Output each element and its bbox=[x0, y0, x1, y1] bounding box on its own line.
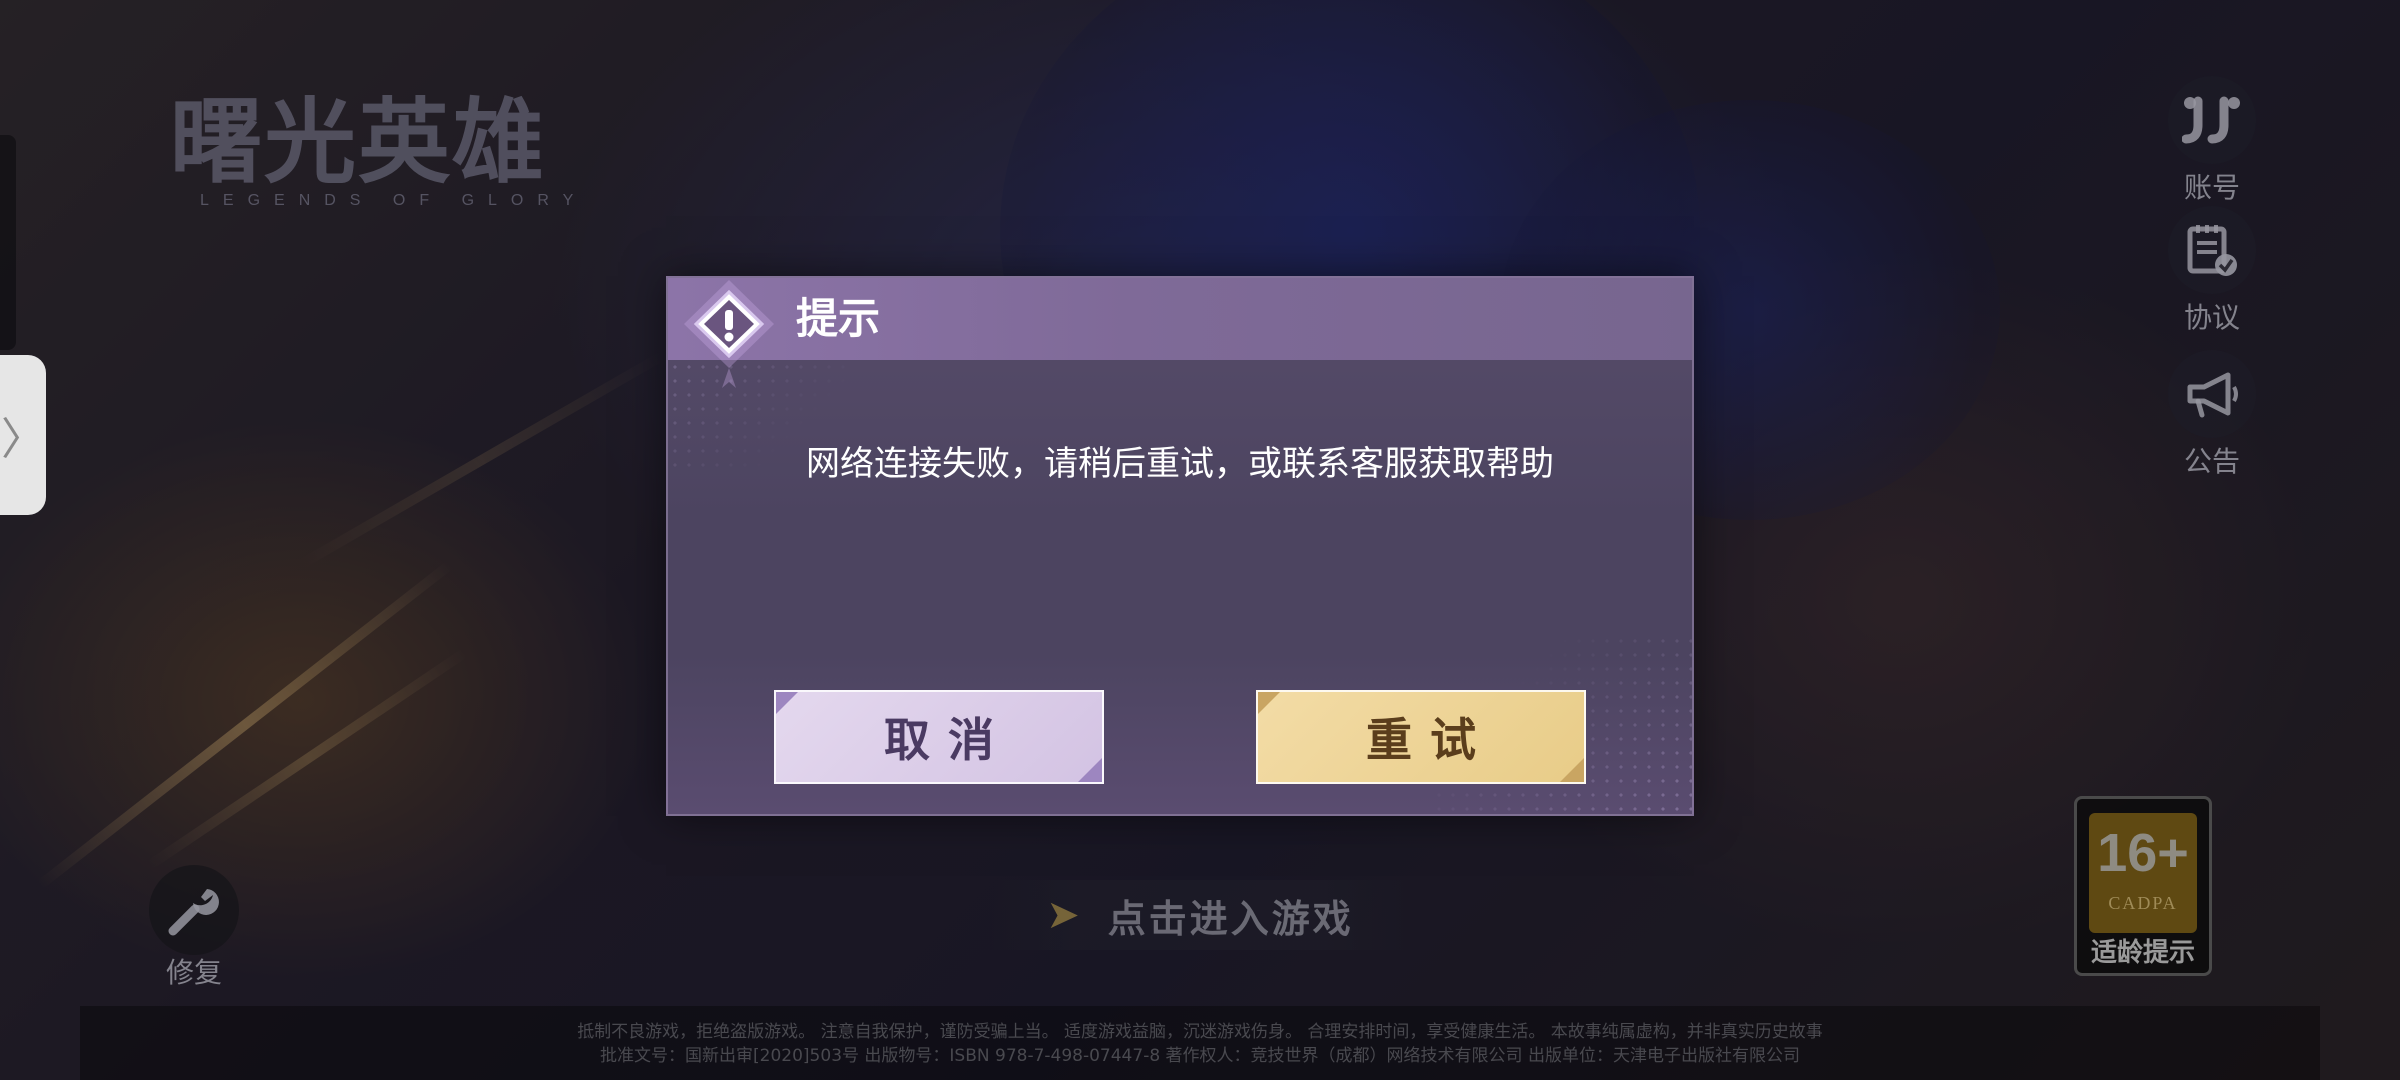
account-label: 账号 bbox=[2183, 171, 2240, 204]
network-error-dialog: 提示 网络连接失败，请稍后重试，或联系客服获取帮助 取消 重试 bbox=[666, 276, 1694, 816]
dialog-message: 网络连接失败，请稍后重试，或联系客服获取帮助 bbox=[806, 444, 1554, 484]
agreement-button[interactable]: 协议 bbox=[2164, 206, 2260, 336]
cancel-button-label: 取消 bbox=[884, 713, 1012, 767]
account-logo-icon bbox=[2168, 76, 2256, 164]
dialog-title: 提示 bbox=[796, 294, 881, 343]
game-logo: 曙光英雄 LEGENDS OF GLORY bbox=[170, 92, 660, 217]
age-rating-org: CADPA bbox=[2108, 893, 2178, 913]
side-panel-strip bbox=[0, 135, 16, 350]
age-rating-plate: 16+ CADPA bbox=[2089, 813, 2197, 933]
login-screen: 曙光英雄 LEGENDS OF GLORY 〉 账号 协议 公告 修复 ➤ 点击… bbox=[0, 0, 2400, 1080]
game-logo-subtitle: LEGENDS OF GLORY bbox=[200, 192, 588, 209]
retry-button[interactable]: 重试 bbox=[1256, 690, 1586, 784]
game-logo-title: 曙光英雄 bbox=[170, 88, 547, 196]
enter-game-label: 点击进入游戏 bbox=[1107, 896, 1354, 941]
notice-label: 公告 bbox=[2183, 445, 2240, 478]
age-rating-label: 适龄提示 bbox=[2090, 938, 2195, 968]
age-rating-number: 16+ bbox=[2097, 823, 2189, 883]
megaphone-icon bbox=[2168, 350, 2256, 438]
retry-button-label: 重试 bbox=[1366, 713, 1494, 767]
age-rating-badge[interactable]: 16+ CADPA 适龄提示 bbox=[2074, 796, 2212, 976]
agreement-label: 协议 bbox=[2183, 301, 2240, 334]
button-corner-decoration bbox=[1078, 758, 1102, 782]
legal-footer-line-2: 批准文号：国新出审[2020]503号 出版物号：ISBN 978-7-498-… bbox=[600, 1046, 1800, 1066]
button-corner-decoration bbox=[1258, 692, 1280, 714]
arrow-right-icon: ➤ bbox=[1046, 892, 1080, 938]
account-button[interactable]: 账号 bbox=[2164, 76, 2260, 206]
legal-footer-line-1: 抵制不良游戏，拒绝盗版游戏。 注意自我保护，谨防受骗上当。 适度游戏益脑，沉迷游… bbox=[577, 1022, 1823, 1042]
enter-game-button[interactable]: ➤ 点击进入游戏 bbox=[990, 880, 1410, 950]
cancel-button[interactable]: 取消 bbox=[774, 690, 1104, 784]
button-corner-decoration bbox=[776, 692, 798, 714]
legal-footer: 抵制不良游戏，拒绝盗版游戏。 注意自我保护，谨防受骗上当。 适度游戏益脑，沉迷游… bbox=[80, 1006, 2320, 1080]
side-panel-toggle[interactable]: 〉 bbox=[0, 355, 46, 515]
repair-button[interactable]: 修复 bbox=[146, 865, 242, 991]
notice-button[interactable]: 公告 bbox=[2164, 350, 2260, 480]
chevron-right-icon: 〉 bbox=[1, 414, 45, 465]
exclamation-icon bbox=[674, 276, 784, 396]
wrench-icon bbox=[149, 865, 239, 955]
repair-label: 修复 bbox=[165, 956, 222, 989]
button-corner-decoration bbox=[1560, 758, 1584, 782]
document-check-icon bbox=[2168, 206, 2256, 294]
